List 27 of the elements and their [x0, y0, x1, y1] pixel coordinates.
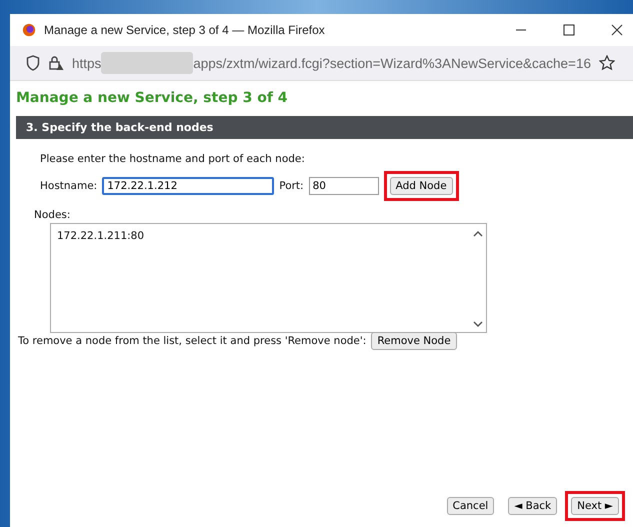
hostname-label: Hostname:	[40, 180, 98, 192]
port-label: Port:	[279, 180, 304, 192]
window-title: Manage a new Service, step 3 of 4 — Mozilla Firefox	[44, 23, 325, 37]
node-list-item[interactable]: 172.22.1.211:80	[57, 230, 464, 242]
section-title: 3. Specify the back-end nodes	[26, 121, 214, 134]
scroll-up-icon[interactable]	[473, 230, 483, 238]
lock-warning-icon	[48, 55, 64, 71]
shield-icon	[26, 55, 40, 71]
wizard-button[interactable]: Cancel	[446, 497, 494, 515]
close-icon[interactable]	[611, 24, 623, 36]
url-scheme: https	[72, 56, 102, 70]
wizard-button[interactable]: ◄ Back	[508, 497, 558, 515]
port-field[interactable]: 80	[308, 177, 379, 195]
scroll-down-icon[interactable]	[473, 320, 483, 328]
remove-node-button[interactable]: Remove Node	[371, 332, 457, 350]
nodes-listbox[interactable]: 172.22.1.211:80	[50, 223, 487, 333]
nodes-label: Nodes:	[34, 209, 72, 221]
maximize-icon[interactable]	[563, 24, 575, 36]
page-heading: Manage a new Service, step 3 of 4	[16, 90, 289, 106]
browser-logo-icon	[22, 23, 36, 37]
instruction-text: Please enter the hostname and port of each node:	[40, 153, 306, 165]
add-node-button[interactable]: Add Node	[390, 177, 453, 195]
url-path: apps/zxtm/wizard.fcgi?section=Wizard%3ANewService&cache=16	[193, 56, 591, 70]
wizard-button[interactable]: Next ►	[571, 497, 619, 515]
star-icon[interactable]	[598, 55, 615, 71]
hostname-field[interactable]: 172.22.1.212	[102, 177, 274, 195]
remove-hint-text: To remove a node from the list, select it and press 'Remove node':	[18, 335, 366, 347]
